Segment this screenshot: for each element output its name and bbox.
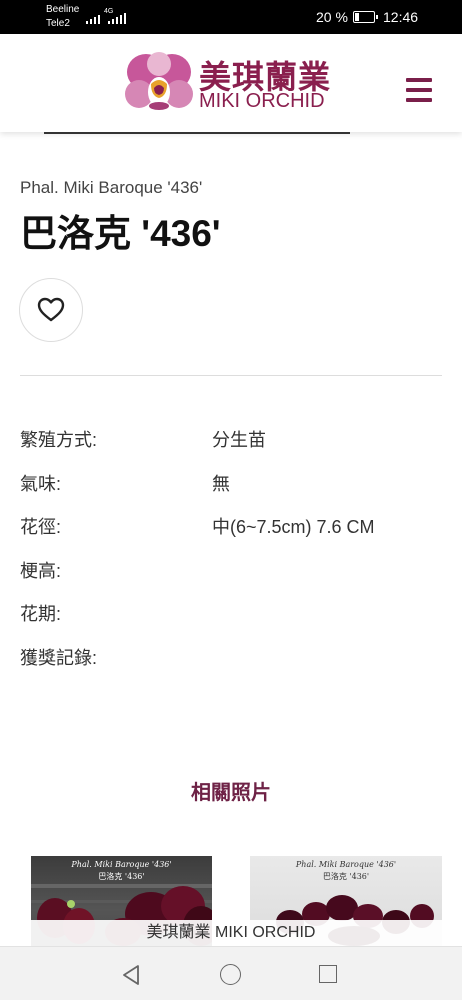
battery-percent: 20 %	[316, 9, 348, 25]
site-header: 美琪蘭業 MIKI ORCHID	[0, 34, 462, 132]
attribute-row-awards: 獲獎記錄:	[20, 640, 442, 684]
product-title: 巴洛克 '436'	[20, 213, 221, 254]
attribute-label: 獲獎記錄:	[20, 647, 98, 668]
attribute-label: 花期:	[20, 604, 62, 624]
circle-home-icon[interactable]	[220, 964, 241, 985]
square-recents-icon[interactable]	[319, 965, 337, 983]
photo-caption-chinese: 巴洛克 '436'	[98, 872, 145, 881]
orchid-logo-icon	[125, 52, 193, 110]
signal-icon-2	[108, 12, 126, 24]
carrier-name-1: Beeline	[46, 4, 80, 15]
site-footer: 美琪蘭業 MIKI ORCHID	[0, 920, 462, 946]
clock: 12:46	[383, 9, 419, 25]
battery-icon	[353, 11, 378, 23]
hamburger-icon-bar	[406, 88, 432, 92]
logo-english-text: MIKI ORCHID	[199, 90, 325, 112]
attribute-value: 無	[212, 473, 230, 494]
hamburger-icon-bar	[406, 98, 432, 102]
attribute-row-propagation: 繁殖方式: 分生苗	[20, 422, 442, 466]
triangle-back-icon[interactable]	[121, 964, 141, 986]
attribute-value: 中(6~7.5cm) 7.6 CM	[212, 517, 375, 537]
attribute-list: 繁殖方式: 分生苗 氣味: 無 花徑: 中(6~7.5cm) 7.6 CM 梗高…	[20, 422, 442, 683]
photo-caption-latin: Phal. Miki Baroque '436'	[71, 860, 172, 869]
attribute-label: 花徑:	[20, 517, 62, 537]
divider	[20, 375, 442, 376]
attribute-row-stem-height: 梗高:	[20, 553, 442, 597]
system-nav-bar	[0, 946, 462, 1000]
hero-image-edge	[44, 132, 350, 134]
attribute-label: 梗高:	[20, 560, 62, 581]
site-logo[interactable]: 美琪蘭業 MIKI ORCHID	[124, 50, 344, 116]
heart-icon	[37, 297, 65, 322]
signal-icon	[86, 12, 100, 24]
attribute-row-fragrance: 氣味: 無	[20, 466, 442, 510]
carrier-name-2: Tele2	[46, 18, 70, 29]
photo-caption-chinese: 巴洛克 '436'	[322, 872, 370, 881]
attribute-label: 繁殖方式:	[20, 430, 98, 450]
hamburger-menu-button[interactable]	[406, 78, 434, 102]
hamburger-icon-bar	[406, 78, 432, 82]
attribute-value: 分生苗	[212, 430, 266, 450]
attribute-row-flower-size: 花徑: 中(6~7.5cm) 7.6 CM	[20, 509, 442, 553]
attribute-label: 氣味:	[20, 473, 62, 494]
battery-level	[355, 13, 359, 21]
product-latin-name: Phal. Miki Baroque '436'	[20, 178, 203, 197]
favorite-button[interactable]	[19, 278, 83, 342]
photo-caption-latin: Phal. Miki Baroque '436'	[295, 860, 397, 869]
attribute-row-bloom-period: 花期:	[20, 596, 442, 640]
status-bar: Beeline Tele2 4G 20 % 12:46	[0, 0, 462, 34]
related-photos-heading: 相關照片	[191, 782, 271, 804]
